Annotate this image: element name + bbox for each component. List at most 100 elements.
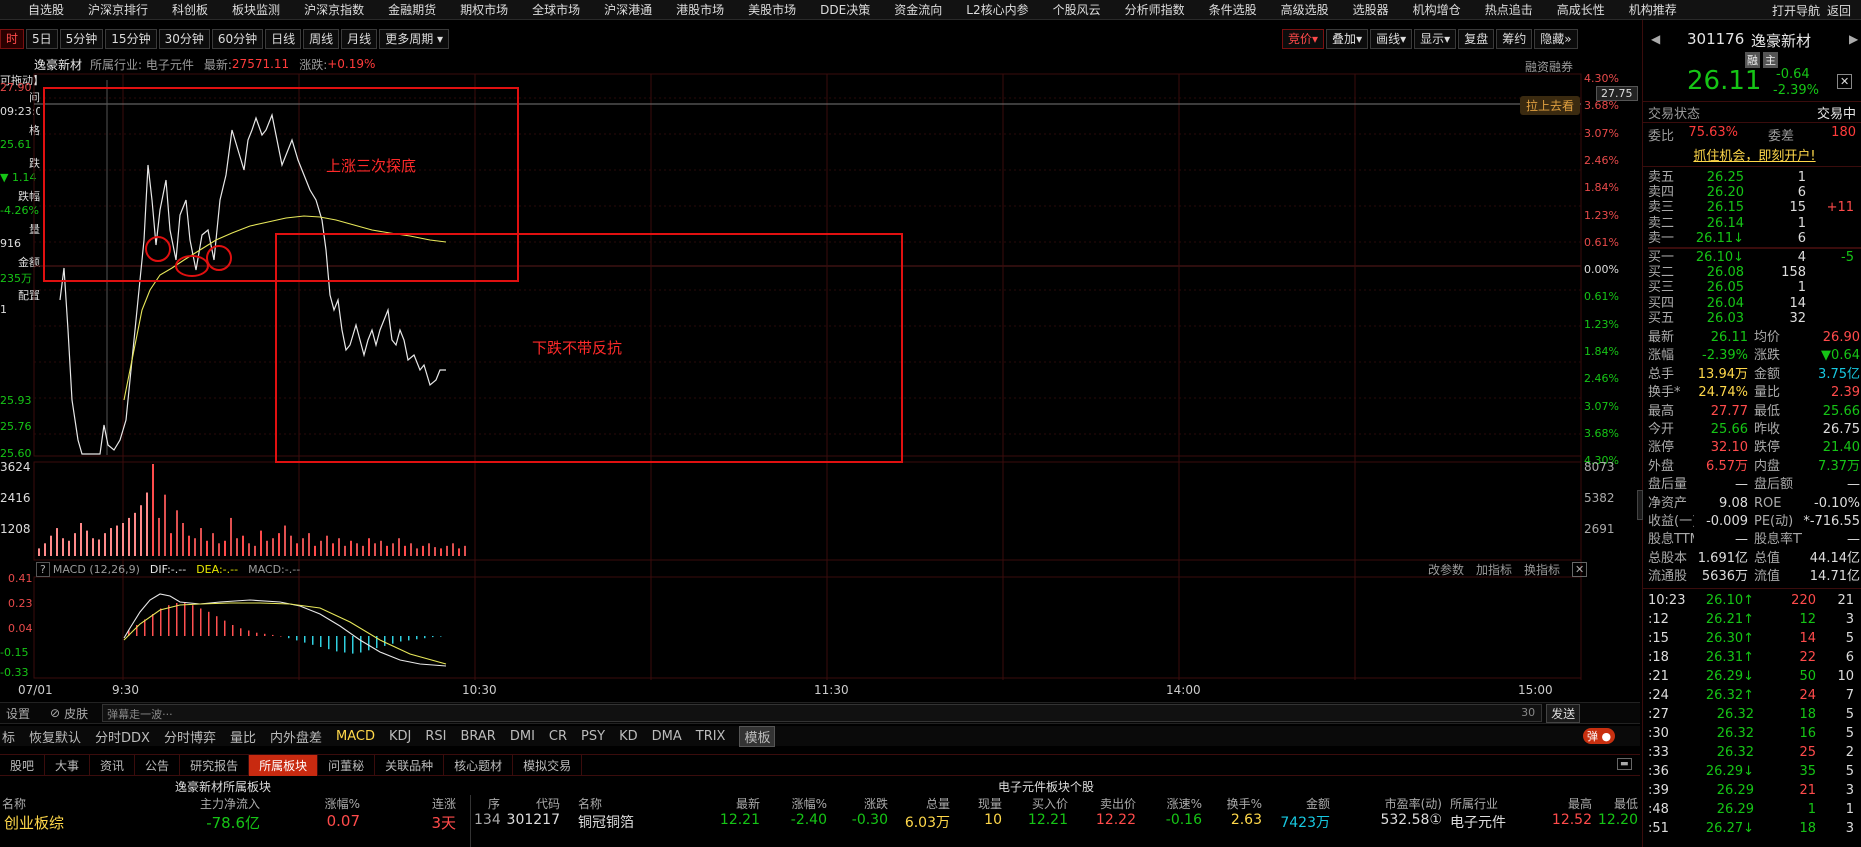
- block-table-col: 主力净流入: [199, 797, 260, 811]
- danmu-settings[interactable]: 设置: [6, 705, 30, 722]
- bottom-tab[interactable]: 股吧: [0, 754, 46, 776]
- indicator-tab[interactable]: 分时博弈: [164, 727, 216, 746]
- bottom-tab[interactable]: 模拟交易: [513, 754, 583, 776]
- indicator-tab[interactable]: 内外盘差: [270, 727, 322, 746]
- tick-row: :21 26.29↓ 50 10: [1648, 667, 1861, 686]
- indicator-tab[interactable]: DMA: [652, 729, 682, 744]
- tick-time: :24: [1648, 688, 1669, 703]
- indicator-tab[interactable]: CR: [549, 729, 567, 744]
- volume-bar: [338, 538, 340, 556]
- tick-count: 2: [1845, 745, 1854, 760]
- stat-value: 1.691亿: [1697, 550, 1748, 566]
- expand-icon[interactable]: ▬: [1617, 758, 1632, 770]
- bottom-tab[interactable]: 公告: [135, 754, 181, 776]
- indicator-tab[interactable]: PSY: [581, 729, 605, 744]
- macd-dea-line: [123, 602, 447, 665]
- indicator-tab[interactable]: 标: [2, 727, 15, 746]
- tick-price: 26.10↑: [1705, 593, 1754, 608]
- tick-volume: 24: [1799, 688, 1816, 703]
- panel-collapse-handle[interactable]: [1637, 490, 1643, 520]
- tick-count: 3: [1845, 612, 1854, 627]
- indicator-tab[interactable]: RSI: [425, 729, 446, 744]
- macd-label[interactable]: MACD (12,26,9): [53, 563, 140, 576]
- indicator-tab[interactable]: 分时DDX: [95, 727, 150, 746]
- stocks-table-col: 最低: [1613, 797, 1638, 811]
- indicator-tab[interactable]: 模板: [739, 725, 776, 747]
- bottom-tab[interactable]: 资讯: [90, 754, 136, 776]
- tick-row: 10:23 26.10↑ 220 21: [1648, 591, 1861, 610]
- indicator-tab[interactable]: 量比: [230, 727, 256, 746]
- danmu-send-button[interactable]: 发送: [1546, 703, 1581, 723]
- bottom-tab[interactable]: 关联品种: [375, 754, 445, 776]
- indicator-tab[interactable]: BRAR: [460, 729, 495, 744]
- stat-value: 27.77: [1710, 403, 1748, 419]
- macd-axis-3: 0.04: [8, 622, 33, 635]
- stocks-table-title: 电子元件板块个股: [998, 780, 1095, 794]
- stocks-table-cell: -2.40: [790, 812, 827, 828]
- stocks-table-col: 代码: [535, 797, 560, 811]
- bottom-tab[interactable]: 问董秘: [318, 754, 376, 776]
- order-book-volume: 4: [1797, 249, 1806, 265]
- annotation-text-lower: 下跌不带反抗: [532, 339, 623, 357]
- macd-help-icon[interactable]: ?: [36, 561, 50, 577]
- danmu-input[interactable]: 弹幕走一波··· 30: [102, 704, 1543, 722]
- open-account-promo[interactable]: 抓住机会，即刻开户!: [1648, 145, 1861, 164]
- indicator-tab[interactable]: DMI: [510, 729, 535, 744]
- macd-bar: [352, 636, 354, 654]
- tick-volume: 18: [1799, 707, 1816, 722]
- menu-back[interactable]: 返回: [1827, 2, 1851, 19]
- indicator-tab[interactable]: TRIX: [696, 729, 726, 744]
- macd-bar: [152, 614, 154, 636]
- danmu-skin[interactable]: 皮肤: [64, 705, 88, 722]
- stocks-table-row[interactable]: 134 301217 铜冠铜箔 12.21 -2.40 -0.30 6.03万 10 12.21…: [470, 812, 1640, 834]
- danmu-toggle[interactable]: 弹 ●: [1583, 728, 1615, 744]
- bottom-tab[interactable]: 研究报告: [180, 754, 250, 776]
- indicator-tab[interactable]: 恢复默认: [29, 727, 81, 746]
- bottom-tab[interactable]: 核心题材: [444, 754, 514, 776]
- indicator-tab[interactable]: KD: [619, 729, 638, 744]
- macd-bar: [416, 636, 418, 640]
- order-book-volume: 6: [1797, 185, 1806, 201]
- skin-icon[interactable]: ⊘: [50, 706, 60, 720]
- volume-bar: [152, 464, 154, 556]
- order-book-level: 卖二: [1648, 215, 1675, 231]
- volume-bar: [344, 545, 346, 556]
- macd-bar: [176, 603, 178, 636]
- volume-bar: [404, 545, 406, 556]
- order-book-diff: [1806, 311, 1854, 326]
- close-icon[interactable]: ✕: [1572, 562, 1588, 577]
- order-book-level: 买三: [1648, 280, 1675, 296]
- indicator-tab[interactable]: KDJ: [389, 729, 411, 744]
- intraday-chart[interactable]: [0, 0, 1640, 720]
- tick-row: :48 26.29 1 1: [1648, 800, 1861, 819]
- bottom-tab[interactable]: 大事: [45, 754, 91, 776]
- tick-count: 6: [1845, 650, 1854, 665]
- prev-stock-icon[interactable]: ◀: [1651, 32, 1660, 46]
- table-divider: [470, 795, 471, 847]
- order-book-volume: 158: [1781, 265, 1806, 281]
- macd-axis-1: 0.41: [8, 572, 33, 585]
- macd-bar: [272, 634, 274, 636]
- stat-value: 9.08: [1719, 495, 1748, 511]
- block-table-row[interactable]: 创业板综 -78.6亿 0.07 3天: [0, 812, 468, 834]
- volume-bar: [392, 543, 394, 556]
- tick-price: 26.32↑: [1705, 688, 1754, 703]
- macd-change-params[interactable]: 改参数: [1428, 561, 1464, 578]
- stat-label: 最低: [1754, 403, 1781, 419]
- volume-bar: [182, 522, 184, 556]
- macd-macd-value: MACD:-.--: [248, 562, 301, 576]
- tick-volume: 50: [1799, 669, 1816, 684]
- stat-label: 盘后额: [1754, 477, 1794, 493]
- block-table-cell: 3天: [431, 814, 456, 832]
- macd-add-indicator[interactable]: 加指标: [1476, 561, 1512, 578]
- menu-open-nav[interactable]: 打开导航: [1772, 2, 1820, 19]
- indicator-tab[interactable]: MACD: [336, 729, 375, 744]
- weibi-label: 委比: [1648, 129, 1675, 144]
- macd-switch-indicator[interactable]: 换指标: [1524, 561, 1560, 578]
- percent-axis-label: 0.61%: [1584, 235, 1619, 249]
- add-watch-icon[interactable]: ✕: [1837, 74, 1853, 89]
- drag-up-hint[interactable]: 拉上去看: [1520, 96, 1581, 115]
- macd-bar: [248, 630, 250, 636]
- bottom-tab[interactable]: 所属板块: [249, 754, 319, 776]
- next-stock-icon[interactable]: ▶: [1849, 32, 1858, 46]
